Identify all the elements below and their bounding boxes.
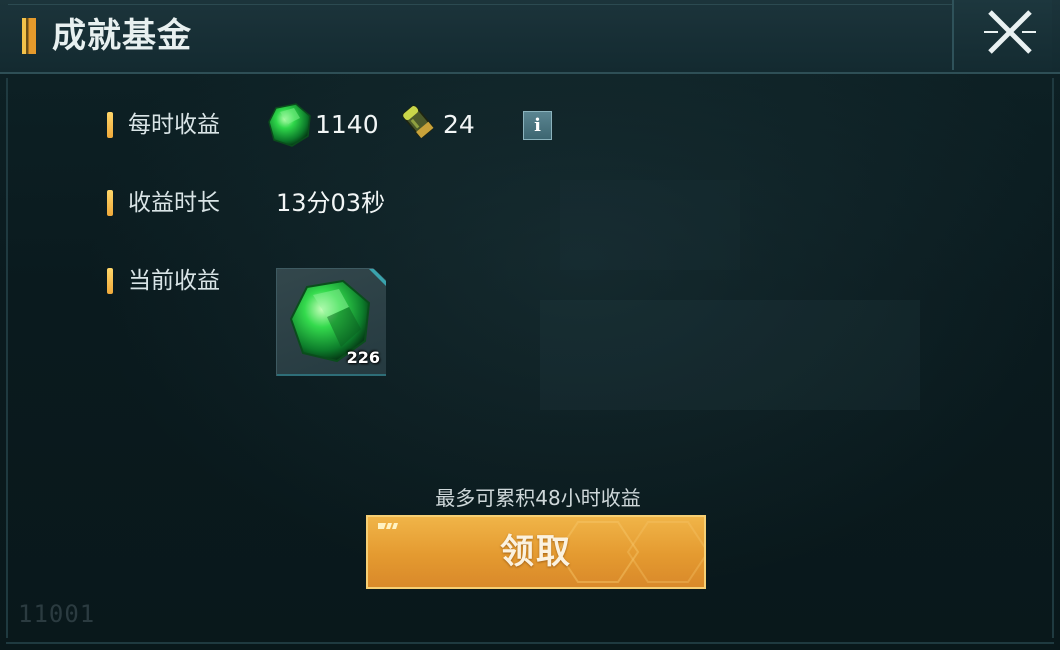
duration-label: 收益时长	[128, 190, 220, 216]
hourly-ammo-value: 24	[443, 110, 475, 139]
close-button[interactable]	[952, 0, 1052, 70]
card-rarity-line	[277, 374, 386, 376]
page-title: 成就基金	[52, 16, 192, 56]
info-button[interactable]: i	[523, 111, 552, 140]
header-line	[8, 4, 1052, 5]
green-crystal-icon	[268, 103, 311, 147]
close-x-icon	[984, 10, 1036, 54]
item-count: 226	[346, 348, 380, 367]
row-marker	[107, 112, 113, 138]
background-shape	[540, 300, 920, 410]
card-corner	[369, 269, 386, 287]
hourly-green-value: 1140	[315, 110, 379, 139]
watermark-text: 11001	[18, 600, 96, 628]
panel-edge	[6, 642, 1054, 644]
current-income-label: 当前收益	[128, 268, 220, 294]
duration-value: 13分03秒	[276, 189, 386, 217]
accumulation-hint: 最多可累积48小时收益	[435, 486, 641, 510]
ammo-shell-icon	[402, 105, 434, 139]
background-shape	[560, 180, 740, 270]
hourly-income-label: 每时收益	[128, 112, 220, 138]
panel-edge	[6, 78, 8, 638]
title-accent	[22, 18, 36, 54]
panel-edge	[1052, 78, 1054, 638]
claim-button[interactable]: 领取	[366, 515, 706, 589]
row-marker	[107, 190, 113, 216]
row-marker	[107, 268, 113, 294]
claim-button-label: 领取	[500, 532, 572, 572]
achievement-fund-screen: 成就基金 每时收益 1140 24 i 收益时长 13分03秒 当前收益 226…	[0, 0, 1060, 650]
header-bar: 成就基金	[0, 0, 1060, 74]
